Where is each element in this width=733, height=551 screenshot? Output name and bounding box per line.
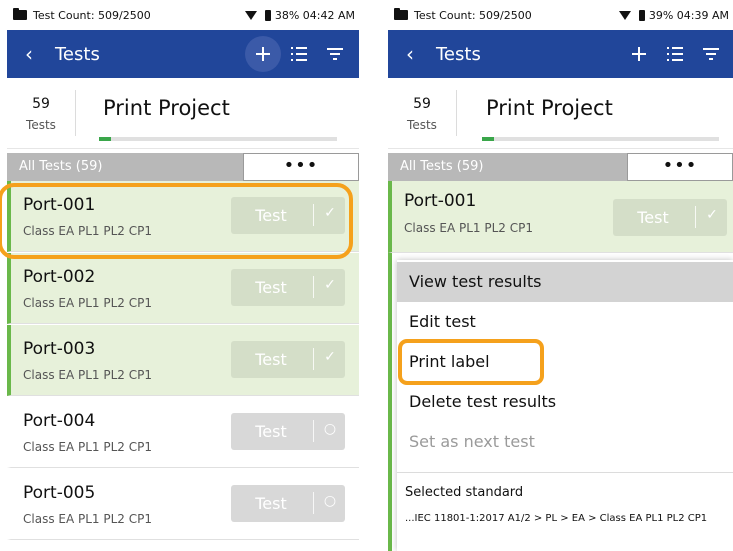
filter-button[interactable]	[693, 47, 729, 61]
test-button[interactable]: Test ✓	[613, 199, 727, 236]
list-item[interactable]: Port-005 Class EA PL1 PL2 CP1 Test ○	[7, 469, 359, 540]
list-icon	[291, 47, 307, 61]
list-view-button[interactable]	[657, 46, 693, 62]
project-name: Print Project	[486, 96, 613, 120]
check-icon: ✓	[324, 277, 336, 293]
menu-item-set-as-next-test[interactable]: Set as next test	[397, 422, 733, 462]
list-item[interactable]: Port-001 Class EA PL1 PL2 CP1 Test ✓	[388, 181, 733, 253]
port-name: Port-004	[23, 411, 96, 431]
port-name: Port-001	[404, 191, 477, 211]
test-button-label: Test	[637, 208, 669, 227]
test-counter: 59 Tests	[7, 90, 76, 136]
filter-icon	[703, 48, 719, 60]
back-icon[interactable]: ‹	[406, 44, 420, 64]
test-button[interactable]: Test ○	[231, 485, 345, 522]
test-button-label: Test	[255, 278, 287, 297]
port-standard: Class EA PL1 PL2 CP1	[23, 368, 152, 382]
status-strip	[388, 253, 392, 551]
test-count-label: Tests	[407, 118, 437, 132]
list-icon	[667, 47, 683, 61]
folder-icon	[13, 8, 27, 20]
add-test-button[interactable]	[245, 36, 281, 72]
app-bar: ‹ Tests	[388, 30, 733, 78]
test-button[interactable]: Test ✓	[231, 341, 345, 378]
test-button[interactable]: Test ✓	[231, 269, 345, 306]
more-button[interactable]: •••	[627, 153, 733, 181]
port-name: Port-005	[23, 483, 96, 503]
test-button-label: Test	[255, 422, 287, 441]
test-button[interactable]: Test ○	[231, 413, 345, 450]
progress-fill	[99, 137, 111, 141]
back-icon[interactable]: ‹	[25, 44, 39, 64]
list-item[interactable]: Port-004 Class EA PL1 PL2 CP1 Test ○	[7, 397, 359, 468]
app-bar: ‹ Tests	[7, 30, 359, 78]
selected-standard-section: Selected standard ...IEC 11801-1:2017 A1…	[397, 472, 733, 543]
filter-label[interactable]: All Tests (59)	[400, 159, 483, 174]
filter-icon	[327, 48, 343, 60]
wifi-icon	[244, 10, 257, 20]
context-menu: View test results Edit test Print label …	[397, 260, 733, 551]
project-progress-bar	[482, 137, 719, 141]
battery-level: 39%	[648, 8, 674, 22]
battery-level: 38%	[274, 8, 300, 22]
selected-standard-value: ...IEC 11801-1:2017 A1/2 > PL > EA > Cla…	[405, 513, 708, 524]
test-count-number: 59	[32, 96, 50, 112]
selected-standard-label: Selected standard	[405, 485, 524, 500]
battery-icon	[264, 9, 271, 21]
more-button[interactable]: •••	[243, 153, 359, 181]
test-button-label: Test	[255, 350, 287, 369]
page-title: Tests	[436, 43, 481, 65]
test-count-number: 59	[413, 96, 431, 112]
highlight-port-001	[0, 183, 353, 259]
circle-icon: ○	[323, 493, 337, 509]
left-screen: Test Count: 509/2500 38% 04:42 AM ‹ Test…	[7, 0, 359, 551]
clock: 04:42 AM	[302, 8, 355, 22]
test-count: Test Count: 509/2500	[33, 8, 151, 22]
clock: 04:39 AM	[676, 8, 729, 22]
list-view-button[interactable]	[281, 46, 317, 62]
list-item[interactable]: Port-002 Class EA PL1 PL2 CP1 Test ✓	[7, 253, 359, 324]
project-name: Print Project	[103, 96, 230, 120]
plus-icon	[256, 47, 270, 61]
test-button-label: Test	[255, 494, 287, 513]
project-progress-bar	[99, 137, 337, 141]
test-count-label: Tests	[26, 118, 56, 132]
port-standard: Class EA PL1 PL2 CP1	[23, 296, 152, 310]
project-header: 59 Tests Print Project	[7, 84, 359, 149]
right-screen: Test Count: 509/2500 39% 04:39 AM ‹ Test…	[388, 0, 733, 551]
battery-icon	[638, 9, 645, 21]
highlight-print-label	[398, 339, 544, 385]
test-count: Test Count: 509/2500	[414, 8, 532, 22]
port-name: Port-003	[23, 339, 96, 359]
page-title: Tests	[55, 43, 100, 65]
port-name: Port-002	[23, 267, 96, 287]
filter-button[interactable]	[317, 47, 353, 61]
project-header: 59 Tests Print Project	[388, 84, 733, 149]
status-bar: Test Count: 509/2500 38% 04:42 AM	[7, 0, 359, 30]
progress-fill	[482, 137, 494, 141]
filter-label[interactable]: All Tests (59)	[19, 159, 102, 174]
menu-item-delete-test-results[interactable]: Delete test results	[397, 382, 733, 422]
list-item[interactable]: Port-003 Class EA PL1 PL2 CP1 Test ✓	[7, 325, 359, 396]
port-standard: Class EA PL1 PL2 CP1	[23, 440, 152, 454]
wifi-icon	[618, 10, 631, 20]
menu-item-view-test-results[interactable]: View test results	[397, 262, 733, 302]
plus-icon	[632, 47, 646, 61]
filter-row: All Tests (59) •••	[7, 153, 359, 181]
port-standard: Class EA PL1 PL2 CP1	[404, 221, 533, 235]
menu-item-edit-test[interactable]: Edit test	[397, 302, 733, 342]
status-bar: Test Count: 509/2500 39% 04:39 AM	[388, 0, 733, 30]
circle-icon: ○	[323, 421, 337, 437]
filter-row: All Tests (59) •••	[388, 153, 733, 181]
check-icon: ✓	[706, 207, 718, 223]
port-standard: Class EA PL1 PL2 CP1	[23, 512, 152, 526]
folder-icon	[394, 8, 408, 20]
add-test-button[interactable]	[621, 46, 657, 62]
check-icon: ✓	[324, 349, 336, 365]
test-counter: 59 Tests	[388, 90, 457, 136]
